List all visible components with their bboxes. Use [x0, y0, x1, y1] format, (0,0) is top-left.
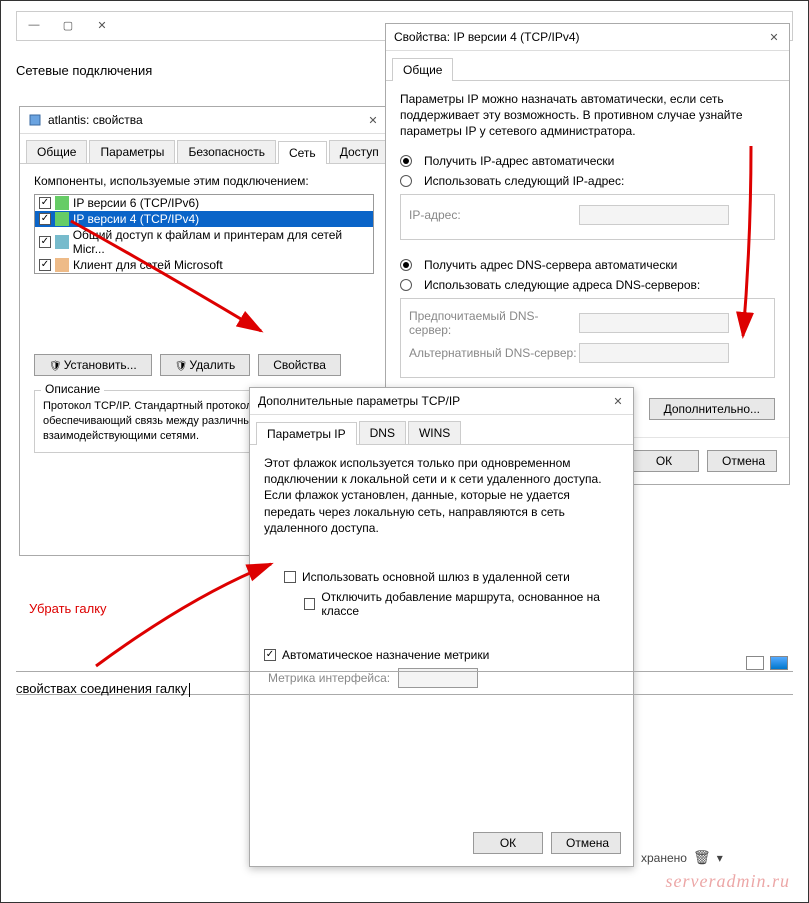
page-header: Сетевые подключения [16, 63, 152, 78]
tab-security[interactable]: Безопасность [177, 140, 276, 163]
list-view-icon[interactable] [746, 656, 764, 670]
ip-address-label: IP-адрес: [409, 208, 579, 222]
dns-alt-input [579, 343, 729, 363]
item-label: IP версии 4 (TCP/IPv4) [73, 212, 199, 226]
view-mode-icons [746, 656, 788, 670]
tab-general[interactable]: Общие [26, 140, 87, 163]
dns-preferred-label: Предпочитаемый DNS-сервер: [409, 309, 579, 337]
item-label: IP версии 6 (TCP/IPv6) [73, 196, 199, 210]
tabs: Общие Параметры Безопасность Сеть Доступ [20, 134, 388, 164]
ip-address-input [579, 205, 729, 225]
checkbox-classroute[interactable] [304, 598, 315, 610]
tab-wins[interactable]: WINS [408, 421, 461, 444]
list-item[interactable]: Клиент для сетей Microsoft [35, 257, 373, 273]
ok-button[interactable]: ОК [629, 450, 699, 472]
advanced-button[interactable]: Дополнительно... [649, 398, 775, 420]
client-icon [55, 258, 69, 272]
radio-manual-dns[interactable] [400, 279, 412, 291]
radio-label: Использовать следующий IP-адрес: [424, 174, 624, 188]
window-title: atlantis: свойства [48, 113, 366, 127]
item-label: Общий доступ к файлам и принтерам для се… [73, 228, 369, 256]
components-label: Компоненты, используемые этим подключени… [34, 174, 374, 188]
checkbox-autometric[interactable] [264, 649, 276, 661]
checkbox[interactable] [39, 259, 51, 271]
radio-auto-dns[interactable] [400, 259, 412, 271]
checkbox-label: Использовать основной шлюз в удаленной с… [302, 570, 570, 584]
tab-ip-params[interactable]: Параметры IP [256, 422, 357, 445]
item-label: Клиент для сетей Microsoft [73, 258, 223, 272]
dns-preferred-input [579, 313, 729, 333]
list-item[interactable]: Общий доступ к файлам и принтерам для се… [35, 227, 373, 257]
radio-auto-ip[interactable] [400, 155, 412, 167]
checkbox-label: Автоматическое назначение метрики [282, 648, 489, 662]
delete-button[interactable]: Удалить [160, 354, 251, 376]
window-icon [28, 113, 42, 127]
install-button[interactable]: Установить... [34, 354, 152, 376]
checkbox-gateway[interactable] [284, 571, 296, 583]
share-icon [55, 235, 69, 249]
window-title: Свойства: IP версии 4 (TCP/IPv4) [394, 30, 767, 44]
bg-max[interactable] [61, 18, 75, 32]
editor-text[interactable]: свойствах соединения галку [16, 681, 190, 697]
components-list[interactable]: IP версии 6 (TCP/IPv6) IP версии 4 (TCP/… [34, 194, 374, 274]
tab-params[interactable]: Параметры [89, 140, 175, 163]
checkbox[interactable] [39, 213, 51, 225]
cancel-button[interactable]: Отмена [707, 450, 777, 472]
checkbox-label: Отключить добавление маршрута, основанно… [321, 590, 619, 618]
close-icon[interactable] [767, 30, 781, 44]
list-item-selected[interactable]: IP версии 4 (TCP/IPv4) [35, 211, 373, 227]
info-text: Этот флажок используется только при одно… [264, 455, 619, 536]
checkbox[interactable] [39, 236, 51, 248]
bg-close[interactable] [95, 18, 109, 32]
watermark: serveradmin.ru [666, 871, 791, 892]
tile-view-icon[interactable] [770, 656, 788, 670]
window-advanced-tcpip: Дополнительные параметры TCP/IP Параметр… [249, 387, 634, 867]
tab-dns[interactable]: DNS [359, 421, 406, 444]
status-saved: хранено 🗑 ▾ [641, 849, 723, 866]
desc-title: Описание [41, 382, 104, 396]
chevron-down-icon[interactable]: ▾ [717, 851, 723, 865]
list-item[interactable]: IP версии 6 (TCP/IPv6) [35, 195, 373, 211]
close-icon[interactable] [611, 394, 625, 408]
tab-access[interactable]: Доступ [329, 140, 390, 163]
radio-manual-ip[interactable] [400, 175, 412, 187]
protocol-icon [55, 212, 69, 226]
close-icon[interactable] [366, 113, 380, 127]
red-annotation: Убрать галку [29, 601, 107, 616]
tab-network[interactable]: Сеть [278, 141, 327, 164]
dns-alt-label: Альтернативный DNS-сервер: [409, 346, 579, 360]
radio-label: Получить IP-адрес автоматически [424, 154, 614, 168]
protocol-icon [55, 196, 69, 210]
bg-min[interactable] [27, 18, 41, 32]
cancel-button[interactable]: Отмена [551, 832, 621, 854]
tab-general[interactable]: Общие [392, 58, 453, 81]
checkbox[interactable] [39, 197, 51, 209]
info-text: Параметры IP можно назначать автоматичес… [400, 91, 775, 140]
properties-button[interactable]: Свойства [258, 354, 341, 376]
ok-button[interactable]: ОК [473, 832, 543, 854]
trash-icon[interactable]: 🗑 [693, 849, 711, 866]
radio-label: Получить адрес DNS-сервера автоматически [424, 258, 677, 272]
window-title: Дополнительные параметры TCP/IP [258, 394, 611, 408]
radio-label: Использовать следующие адреса DNS-сервер… [424, 278, 700, 292]
